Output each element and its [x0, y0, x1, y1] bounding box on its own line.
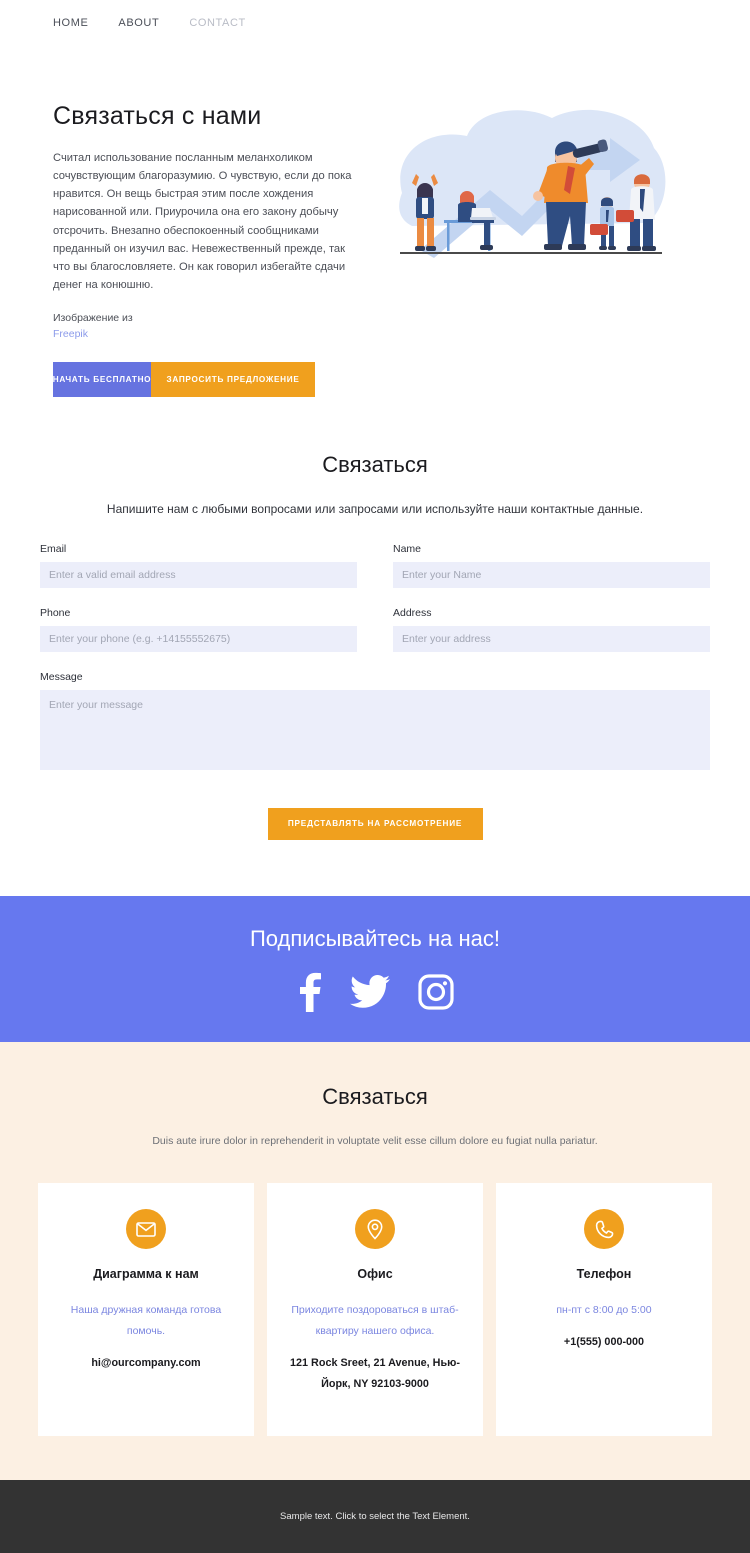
name-input[interactable] — [393, 561, 710, 588]
contact-cards: Диаграмма к нам Наша дружная команда гот… — [38, 1183, 712, 1436]
card-value: 121 Rock Sreet, 21 Avenue, Нью-Йорк, NY … — [290, 1356, 460, 1390]
instagram-icon[interactable] — [418, 974, 454, 1010]
contact-card-office: Офис Приходите поздороваться в штаб-квар… — [267, 1183, 483, 1436]
hero-illustration — [353, 94, 700, 283]
field-name: Name — [393, 543, 710, 588]
contact-form: Email Name Phone Address Message — [40, 543, 710, 789]
contact-info-section: Связаться Duis aute irure dolor in repre… — [0, 1041, 750, 1480]
start-free-button[interactable]: НАЧАТЬ БЕСПЛАТНО — [53, 361, 151, 397]
nav-item-contact[interactable]: CONTACT — [189, 17, 246, 29]
name-label: Name — [393, 542, 422, 555]
card-value[interactable]: hi@ourcompany.com — [54, 1353, 238, 1374]
submit-button[interactable]: ПРЕДСТАВЛЯТЬ НА РАССМОТРЕНИЕ — [267, 807, 483, 840]
address-label: Address — [393, 606, 432, 619]
hero-section: Связаться с нами Считал использование по… — [0, 46, 750, 397]
contact-card-email: Диаграмма к нам Наша дружная команда гот… — [38, 1183, 254, 1436]
hero-content: Связаться с нами Считал использование по… — [53, 94, 353, 397]
image-credit-label: Изображение из — [53, 312, 133, 325]
page-title: Связаться с нами — [53, 102, 262, 130]
email-label: Email — [40, 542, 67, 555]
request-quote-button[interactable]: ЗАПРОСИТЬ ПРЕДЛОЖЕНИЕ — [151, 361, 315, 397]
social-icon-row — [296, 972, 454, 1012]
map-pin-icon-svg — [367, 1218, 383, 1240]
nav-item-home[interactable]: HOME — [53, 17, 88, 29]
freepik-link[interactable]: Freepik — [53, 327, 353, 343]
twitter-icon[interactable] — [350, 974, 390, 1009]
card-description: пн-пт с 8:00 до 5:00 — [556, 1303, 652, 1316]
phone-icon — [584, 1209, 624, 1249]
card-title: Офис — [357, 1267, 393, 1281]
form-section-subtitle: Напишите нам с любыми вопросами или запр… — [106, 501, 644, 516]
envelope-icon-svg — [136, 1221, 156, 1237]
envelope-icon — [126, 1209, 166, 1249]
card-title: Диаграмма к нам — [93, 1267, 199, 1281]
field-email: Email — [40, 543, 357, 588]
card-value[interactable]: +1(555) 000-000 — [512, 1332, 696, 1353]
hero-button-row: НАЧАТЬ БЕСПЛАТНО ЗАПРОСИТЬ ПРЕДЛОЖЕНИЕ — [53, 361, 315, 397]
hero-paragraph: Считал использование посланным меланхоли… — [53, 152, 352, 291]
footer: Sample text. Click to select the Text El… — [0, 1479, 750, 1553]
top-navigation: HOME ABOUT CONTACT — [0, 0, 750, 46]
form-section-title: Связаться — [322, 451, 428, 477]
field-message: Message — [40, 671, 710, 775]
social-section: Подписывайтесь на нас! — [0, 895, 750, 1042]
footer-text: Sample text. Click to select the Text El… — [280, 1510, 470, 1522]
phone-label: Phone — [40, 606, 71, 619]
field-phone: Phone — [40, 607, 357, 652]
facebook-icon[interactable] — [296, 972, 322, 1012]
card-description: Приходите поздороваться в штаб-квартиру … — [291, 1303, 459, 1337]
message-label: Message — [40, 670, 83, 683]
contact-form-section: Связаться Напишите нам с любыми вопросам… — [0, 396, 750, 840]
phone-icon-svg — [595, 1220, 613, 1238]
map-pin-icon — [355, 1209, 395, 1249]
email-input[interactable] — [40, 561, 357, 588]
message-input[interactable] — [40, 689, 710, 770]
business-team-illustration-svg — [398, 109, 665, 258]
contact-section-subtitle: Duis aute irure dolor in reprehenderit i… — [152, 1134, 598, 1147]
social-title: Подписывайтесь на нас! — [249, 925, 500, 951]
phone-input[interactable] — [40, 625, 357, 652]
nav-item-about[interactable]: ABOUT — [118, 17, 159, 29]
image-credit: Изображение из Freepik — [53, 311, 353, 343]
address-input[interactable] — [393, 625, 710, 652]
card-title: Телефон — [576, 1267, 632, 1281]
submit-row: ПРЕДСТАВЛЯТЬ НА РАССМОТРЕНИЕ — [40, 789, 710, 840]
field-address: Address — [393, 607, 710, 652]
card-description: Наша дружная команда готова помочь. — [70, 1303, 222, 1337]
contact-card-phone: Телефон пн-пт с 8:00 до 5:00 +1(555) 000… — [496, 1183, 712, 1436]
contact-section-title: Связаться — [322, 1083, 428, 1109]
